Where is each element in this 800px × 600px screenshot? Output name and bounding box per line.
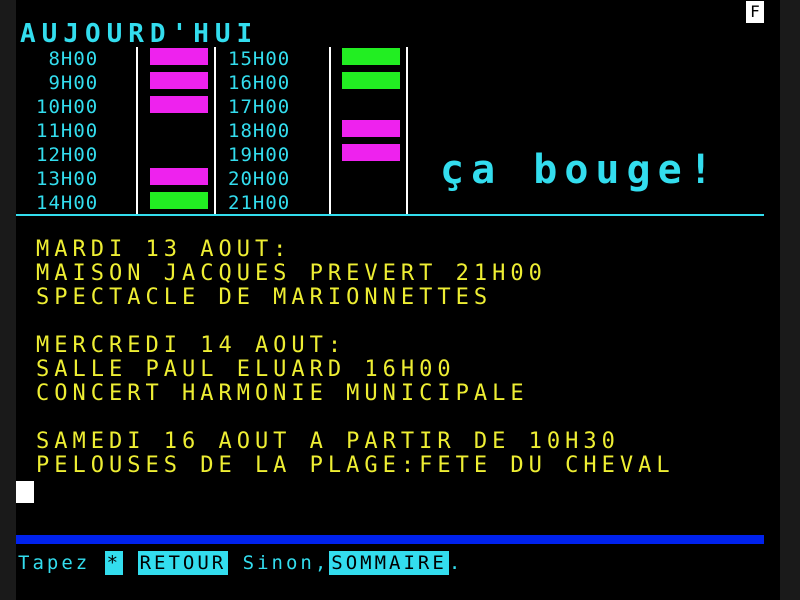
time-slot: 12H00: [16, 143, 214, 167]
time-label: 14H00: [36, 192, 99, 214]
mode-indicator: F: [746, 1, 764, 23]
time-slot: 11H00: [16, 119, 214, 143]
time-label: 15H00: [228, 48, 291, 70]
event-line: SPECTACLE DE MARIONNETTES: [36, 285, 493, 310]
time-slot: 13H00: [16, 167, 214, 191]
event-line: CONCERT HARMONIE MUNICIPALE: [36, 381, 529, 406]
time-label: 18H00: [228, 120, 291, 142]
status-bar: [150, 192, 208, 209]
time-slot: 16H00: [214, 71, 406, 95]
time-label: 21H00: [228, 192, 291, 214]
status-bar: [150, 72, 208, 89]
footer-tapez: Tapez: [18, 552, 91, 574]
star-key[interactable]: *: [104, 551, 124, 575]
status-bar: [342, 120, 400, 137]
time-label: 12H00: [36, 144, 99, 166]
schedule-column-afternoon: 15H00 16H00 17H00 18H00 19H00 20H00 21H0…: [214, 47, 406, 215]
event-line: PELOUSES DE LA PLAGE:FETE DU CHEVAL: [36, 453, 675, 478]
minitel-screen: F AUJOURD'HUI 8H00 9H00 10H00 11H00 12H0…: [16, 0, 780, 600]
time-slot: 9H00: [16, 71, 214, 95]
time-label: 9H00: [36, 72, 99, 94]
schedule-divider: [406, 47, 408, 214]
time-slot: 21H00: [214, 191, 406, 215]
time-slot: 17H00: [214, 95, 406, 119]
event-line: MARDI 13 AOUT:: [36, 237, 292, 262]
status-bar: [342, 48, 400, 65]
footer-sinon: Sinon,: [242, 552, 330, 574]
time-slot: 14H00: [16, 191, 214, 215]
status-bar: [342, 72, 400, 89]
event-line: SALLE PAUL ELUARD 16H00: [36, 357, 456, 382]
retour-key[interactable]: RETOUR: [137, 551, 229, 575]
time-label: 16H00: [228, 72, 291, 94]
time-label: 10H00: [36, 96, 99, 118]
status-bar: [342, 144, 400, 161]
event-line: MERCREDI 14 AOUT:: [36, 333, 347, 358]
time-label: 11H00: [36, 120, 99, 142]
time-slot: 10H00: [16, 95, 214, 119]
sommaire-key[interactable]: SOMMAIRE: [329, 551, 449, 575]
time-label: 17H00: [228, 96, 291, 118]
time-slot: 8H00: [16, 47, 214, 71]
schedule-column-morning: 8H00 9H00 10H00 11H00 12H00 13H00 14H00: [16, 47, 214, 215]
text-cursor[interactable]: [16, 481, 34, 503]
page-title: AUJOURD'HUI: [20, 19, 259, 49]
time-label: 20H00: [228, 168, 291, 190]
time-slot: 19H00: [214, 143, 406, 167]
event-spacer: [36, 406, 675, 430]
footer-period: .: [448, 552, 464, 574]
time-label: 8H00: [36, 48, 99, 70]
time-slot: 18H00: [214, 119, 406, 143]
time-slot: 15H00: [214, 47, 406, 71]
event-line: SAMEDI 16 AOUT A PARTIR DE 10H30: [36, 429, 620, 454]
status-bar: [150, 48, 208, 65]
time-slot: 20H00: [214, 167, 406, 191]
event-line: MAISON JACQUES PREVERT 21H00: [36, 261, 547, 286]
status-bar-separator: [16, 535, 764, 544]
header-divider: [16, 214, 764, 216]
event-spacer: [36, 310, 675, 334]
status-bar: [150, 96, 208, 113]
time-label: 19H00: [228, 144, 291, 166]
time-label: 13H00: [36, 168, 99, 190]
tagline: ça bouge!: [440, 147, 720, 193]
events-list: MARDI 13 AOUT: MAISON JACQUES PREVERT 21…: [36, 238, 675, 478]
status-bar: [150, 168, 208, 185]
footer-prompt: Tapez * RETOUR Sinon, SOMMAIRE.: [18, 551, 463, 575]
